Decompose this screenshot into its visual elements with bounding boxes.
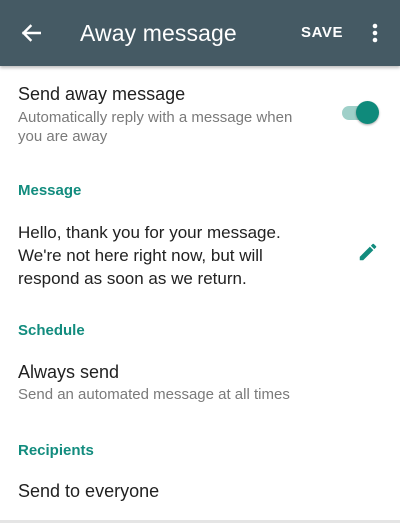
message-section-header: Message: [18, 182, 82, 199]
recipients-section-header: Recipients: [18, 442, 94, 459]
schedule-section-header: Schedule: [18, 322, 85, 339]
away-message-toggle[interactable]: [340, 100, 380, 124]
edit-message-button[interactable]: [355, 239, 381, 265]
schedule-option-title: Always send: [18, 362, 120, 382]
pencil-icon: [359, 243, 377, 261]
send-away-message-subtitle: Automatically reply with a message when …: [18, 109, 293, 145]
recipients-option-title: Send to everyone: [18, 481, 160, 501]
arrow-back-icon: [21, 24, 41, 42]
send-away-message-title: Send away message: [18, 84, 186, 104]
schedule-option-subtitle: Send an automated message at all times: [18, 386, 290, 403]
app-bar: Away message SAVE: [0, 0, 400, 66]
back-button[interactable]: [12, 15, 50, 51]
more-options-button[interactable]: [364, 18, 386, 48]
page-title: Away message: [80, 20, 237, 46]
away-message-text: Hello, thank you for your message. We're…: [18, 223, 281, 288]
more-vert-icon: [372, 23, 378, 43]
save-button[interactable]: SAVE: [301, 24, 343, 41]
toggle-thumb: [356, 101, 379, 124]
